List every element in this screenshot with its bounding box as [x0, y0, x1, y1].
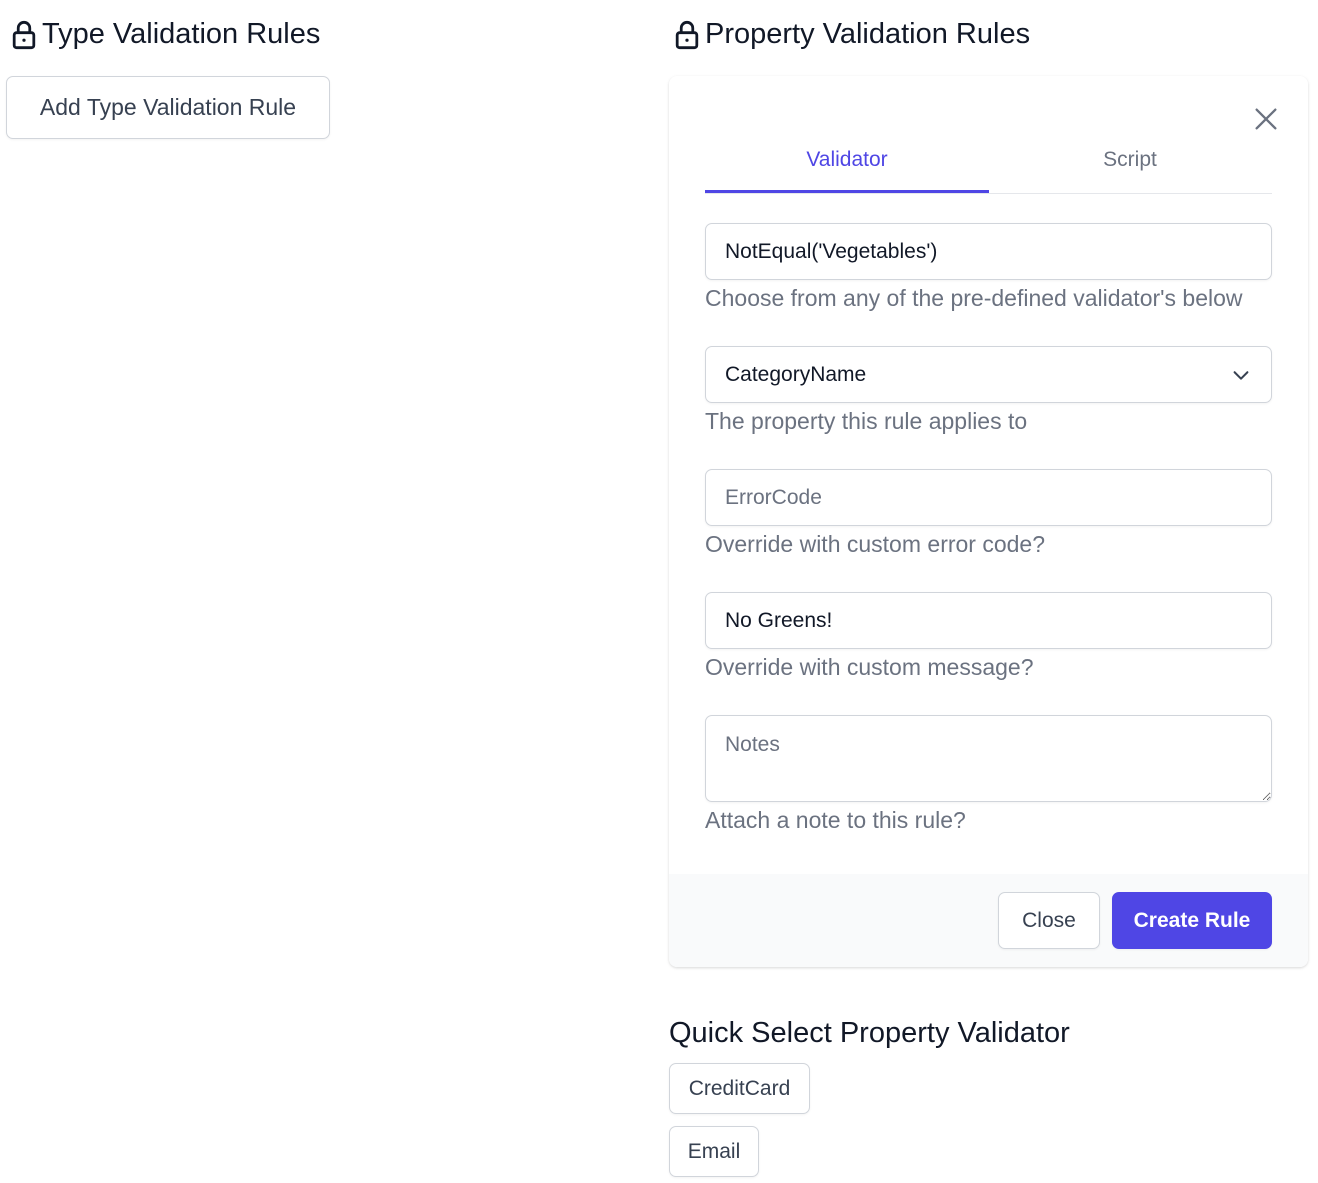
dialog-footer: Close Create Rule: [669, 874, 1308, 967]
quick-select-email-button[interactable]: Email: [669, 1126, 759, 1177]
property-validation-heading: Property Validation Rules: [673, 18, 1030, 51]
lock-icon: [675, 20, 699, 49]
rule-tabs: Validator Script: [705, 126, 1272, 194]
validator-input[interactable]: [705, 223, 1272, 280]
property-validation-title: Property Validation Rules: [705, 18, 1031, 50]
add-type-validation-rule-button[interactable]: Add Type Validation Rule: [6, 76, 330, 139]
property-select[interactable]: CategoryName: [705, 346, 1272, 403]
message-help-text: Override with custom message?: [705, 654, 1034, 680]
property-help-text: The property this rule applies to: [705, 408, 1028, 434]
quick-select-creditcard-button[interactable]: CreditCard: [669, 1063, 810, 1114]
type-validation-title: Type Validation Rules: [42, 18, 321, 50]
error-code-help-text: Override with custom error code?: [705, 531, 1046, 557]
type-validation-heading: Type Validation Rules: [10, 18, 320, 51]
notes-textarea[interactable]: [705, 715, 1272, 802]
tab-validator[interactable]: Validator: [705, 126, 989, 193]
property-rule-dialog: Validator Script Choose from any of the …: [669, 76, 1308, 967]
create-rule-button[interactable]: Create Rule: [1112, 892, 1272, 949]
quick-select-title: Quick Select Property Validator: [669, 1017, 1070, 1049]
property-select-value: CategoryName: [725, 362, 867, 386]
notes-help-text: Attach a note to this rule?: [705, 807, 966, 833]
close-button[interactable]: Close: [998, 892, 1100, 949]
validator-help-text: Choose from any of the pre-defined valid…: [705, 285, 1243, 311]
error-code-input[interactable]: [705, 469, 1272, 526]
tab-script[interactable]: Script: [988, 126, 1272, 193]
message-input[interactable]: [705, 592, 1272, 649]
lock-icon: [12, 20, 36, 49]
chevron-down-icon: [1233, 370, 1249, 380]
